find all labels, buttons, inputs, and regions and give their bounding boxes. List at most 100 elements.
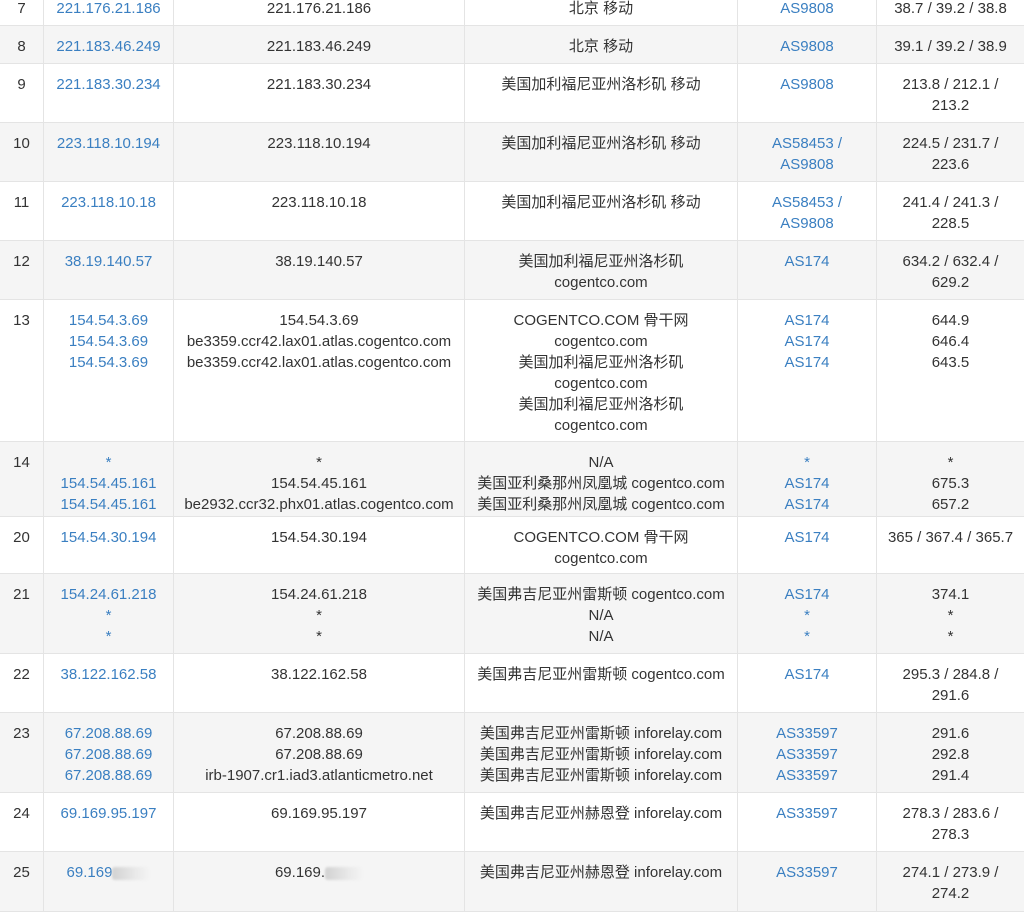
ip-link-line[interactable]: * bbox=[44, 626, 173, 647]
asn-link-line[interactable]: AS174 bbox=[738, 494, 876, 515]
ip-link-line[interactable]: 38.122.162.58 bbox=[44, 664, 173, 685]
hostname-text: * bbox=[316, 454, 322, 471]
table-row: 24 69.169.95.197 69.169.95.197 美国弗吉尼亚州赫恩登 i… bbox=[0, 793, 1024, 852]
latency: 365 / 367.4 / 365.7 bbox=[876, 517, 1024, 573]
latency-text: 278.3 bbox=[931, 826, 970, 843]
latency: 241.4 / 241.3 / 228.5 bbox=[876, 182, 1024, 240]
asn-link-line[interactable]: * bbox=[738, 626, 876, 647]
table-row: 20 154.54.30.194 154.54.30.194 COGENTCO.COM… bbox=[0, 517, 1024, 574]
asn-link-text: * bbox=[804, 607, 810, 624]
asn-link-text: AS174 bbox=[784, 475, 830, 492]
latency-line: 278.3 bbox=[877, 824, 1024, 845]
location-text: cogentco.com bbox=[554, 550, 648, 567]
ip-link-line[interactable]: 154.54.45.161 bbox=[44, 473, 173, 494]
asn-link-line[interactable]: AS9808 bbox=[738, 154, 876, 175]
asn-link-line[interactable]: AS33597 bbox=[738, 765, 876, 786]
location-line: cogentco.com bbox=[465, 415, 737, 436]
location-line: COGENTCO.COM 骨干网 bbox=[465, 527, 737, 548]
ip-link-line[interactable]: 38.19.140.57 bbox=[44, 251, 173, 272]
ip-link-line[interactable]: 67.208.88.69 bbox=[44, 744, 173, 765]
ip-link: 67.208.88.69 67.208.88.69 67.208.88.69 bbox=[43, 713, 173, 792]
asn-link-line[interactable]: AS58453 / bbox=[738, 192, 876, 213]
location-text: 美国亚利桑那州凤凰城 cogentco.com bbox=[477, 475, 725, 492]
asn-link-line[interactable]: AS9808 bbox=[738, 74, 876, 95]
ip-link-line[interactable]: 154.54.45.161 bbox=[44, 494, 173, 515]
location-line: 美国弗吉尼亚州雷斯顿 inforelay.com bbox=[465, 765, 737, 786]
ip-link: 69.169.95.197 bbox=[43, 793, 173, 851]
asn-link-line[interactable]: AS174 bbox=[738, 527, 876, 548]
ip-link: 221.176.21.186 bbox=[43, 0, 173, 25]
asn-link-text: * bbox=[804, 628, 810, 645]
asn-link-line[interactable]: AS33597 bbox=[738, 744, 876, 765]
ip-link-line[interactable]: 221.183.46.249 bbox=[44, 36, 173, 57]
ip-link-line[interactable]: 221.176.21.186 bbox=[44, 0, 173, 19]
ip-link-line[interactable]: 221.183.30.234 bbox=[44, 74, 173, 95]
location-line: 美国弗吉尼亚州雷斯顿 inforelay.com bbox=[465, 744, 737, 765]
location-line: 美国加利福尼亚州洛杉矶 移动 bbox=[465, 192, 737, 213]
hostname: 154.54.30.194 bbox=[173, 517, 464, 573]
asn-link-line[interactable]: AS174 bbox=[738, 331, 876, 352]
asn-link-line[interactable]: * bbox=[738, 452, 876, 473]
asn-link-line[interactable]: AS33597 bbox=[738, 803, 876, 824]
table-row: 11 223.118.10.18 223.118.10.18 美国加利福尼亚州洛杉矶 … bbox=[0, 182, 1024, 241]
ip-link-text: 154.54.3.69 bbox=[68, 354, 149, 371]
asn-link-line[interactable]: AS174 bbox=[738, 352, 876, 373]
location-line: 美国加利福尼亚州洛杉矶 移动 bbox=[465, 74, 737, 95]
table-row: 12 38.19.140.57 38.19.140.57 美国加利福尼亚州洛杉矶 cog… bbox=[0, 241, 1024, 300]
ip-link-line[interactable]: 69.169 bbox=[44, 862, 173, 883]
table-row: 10 223.118.10.194 223.118.10.194 美国加利福尼亚州洛杉… bbox=[0, 123, 1024, 182]
ip-link-line[interactable]: 154.24.61.218 bbox=[44, 584, 173, 605]
latency-text: 291.4 bbox=[931, 767, 970, 784]
hop-number: 12 bbox=[13, 253, 30, 270]
latency-text: 629.2 bbox=[931, 274, 970, 291]
table-row: 25 69.169 69.169. 美国弗吉尼亚州赫恩登 inforelay.com A… bbox=[0, 852, 1024, 912]
ip-link-line[interactable]: * bbox=[44, 452, 173, 473]
asn-link-line[interactable]: AS33597 bbox=[738, 862, 876, 883]
hostname-line: 221.183.30.234 bbox=[174, 74, 464, 95]
traceroute-table: 7 221.176.21.186 221.176.21.186 北京 移动 AS9808… bbox=[0, 0, 1024, 912]
latency-line: 629.2 bbox=[877, 272, 1024, 293]
location-line: N/A bbox=[465, 452, 737, 473]
location-line: cogentco.com bbox=[465, 331, 737, 352]
ip-link-line[interactable]: * bbox=[44, 605, 173, 626]
ip-link-line[interactable]: 154.54.3.69 bbox=[44, 331, 173, 352]
ip-link-line[interactable]: 154.54.30.194 bbox=[44, 527, 173, 548]
asn-link-line[interactable]: AS174 bbox=[738, 584, 876, 605]
asn-link-text: AS174 bbox=[784, 666, 830, 683]
asn-link-text: * bbox=[804, 454, 810, 471]
hostname-text: be2932.ccr32.phx01.atlas.cogentco.com bbox=[184, 496, 454, 513]
latency-line: 291.4 bbox=[877, 765, 1024, 786]
asn-link-line[interactable]: AS9808 bbox=[738, 36, 876, 57]
ip-link-line[interactable]: 154.54.3.69 bbox=[44, 352, 173, 373]
ip-link: 221.183.46.249 bbox=[43, 26, 173, 63]
ip-link-line[interactable]: 154.54.3.69 bbox=[44, 310, 173, 331]
ip-link-line[interactable]: 223.118.10.18 bbox=[44, 192, 173, 213]
asn-link-line[interactable]: AS174 bbox=[738, 251, 876, 272]
asn-link-line[interactable]: * bbox=[738, 605, 876, 626]
asn-link: AS58453 / AS9808 bbox=[737, 123, 876, 181]
asn-link-line[interactable]: AS33597 bbox=[738, 723, 876, 744]
hostname-text: 221.183.30.234 bbox=[266, 76, 372, 93]
asn-link: AS174 bbox=[737, 241, 876, 299]
asn-link-line[interactable]: AS9808 bbox=[738, 0, 876, 19]
asn-link-line[interactable]: AS174 bbox=[738, 664, 876, 685]
hop-number: 8 bbox=[17, 38, 26, 55]
hostname-text: 38.19.140.57 bbox=[275, 253, 363, 270]
location: COGENTCO.COM 骨干网 cogentco.com bbox=[464, 517, 737, 573]
latency-line: 292.8 bbox=[877, 744, 1024, 765]
asn-link-line[interactable]: AS9808 bbox=[738, 213, 876, 234]
asn-link-line[interactable]: AS174 bbox=[738, 473, 876, 494]
ip-link-line[interactable]: 69.169.95.197 bbox=[44, 803, 173, 824]
location-text: 美国加利福尼亚州洛杉矶 bbox=[518, 396, 684, 413]
asn-link-line[interactable]: AS174 bbox=[738, 310, 876, 331]
latency-line: 278.3 / 283.6 / bbox=[877, 803, 1024, 824]
ip-link-text: 69.169.95.197 bbox=[60, 805, 157, 822]
ip-link-line[interactable]: 67.208.88.69 bbox=[44, 765, 173, 786]
hop-number: 20 bbox=[13, 529, 30, 546]
ip-link-line[interactable]: 67.208.88.69 bbox=[44, 723, 173, 744]
latency-text: 644.9 bbox=[931, 312, 970, 329]
asn-link-line[interactable]: AS58453 / bbox=[738, 133, 876, 154]
ip-link-text: 223.118.10.194 bbox=[56, 135, 161, 152]
hostname-text: 223.118.10.18 bbox=[271, 194, 367, 211]
ip-link-line[interactable]: 223.118.10.194 bbox=[44, 133, 173, 154]
